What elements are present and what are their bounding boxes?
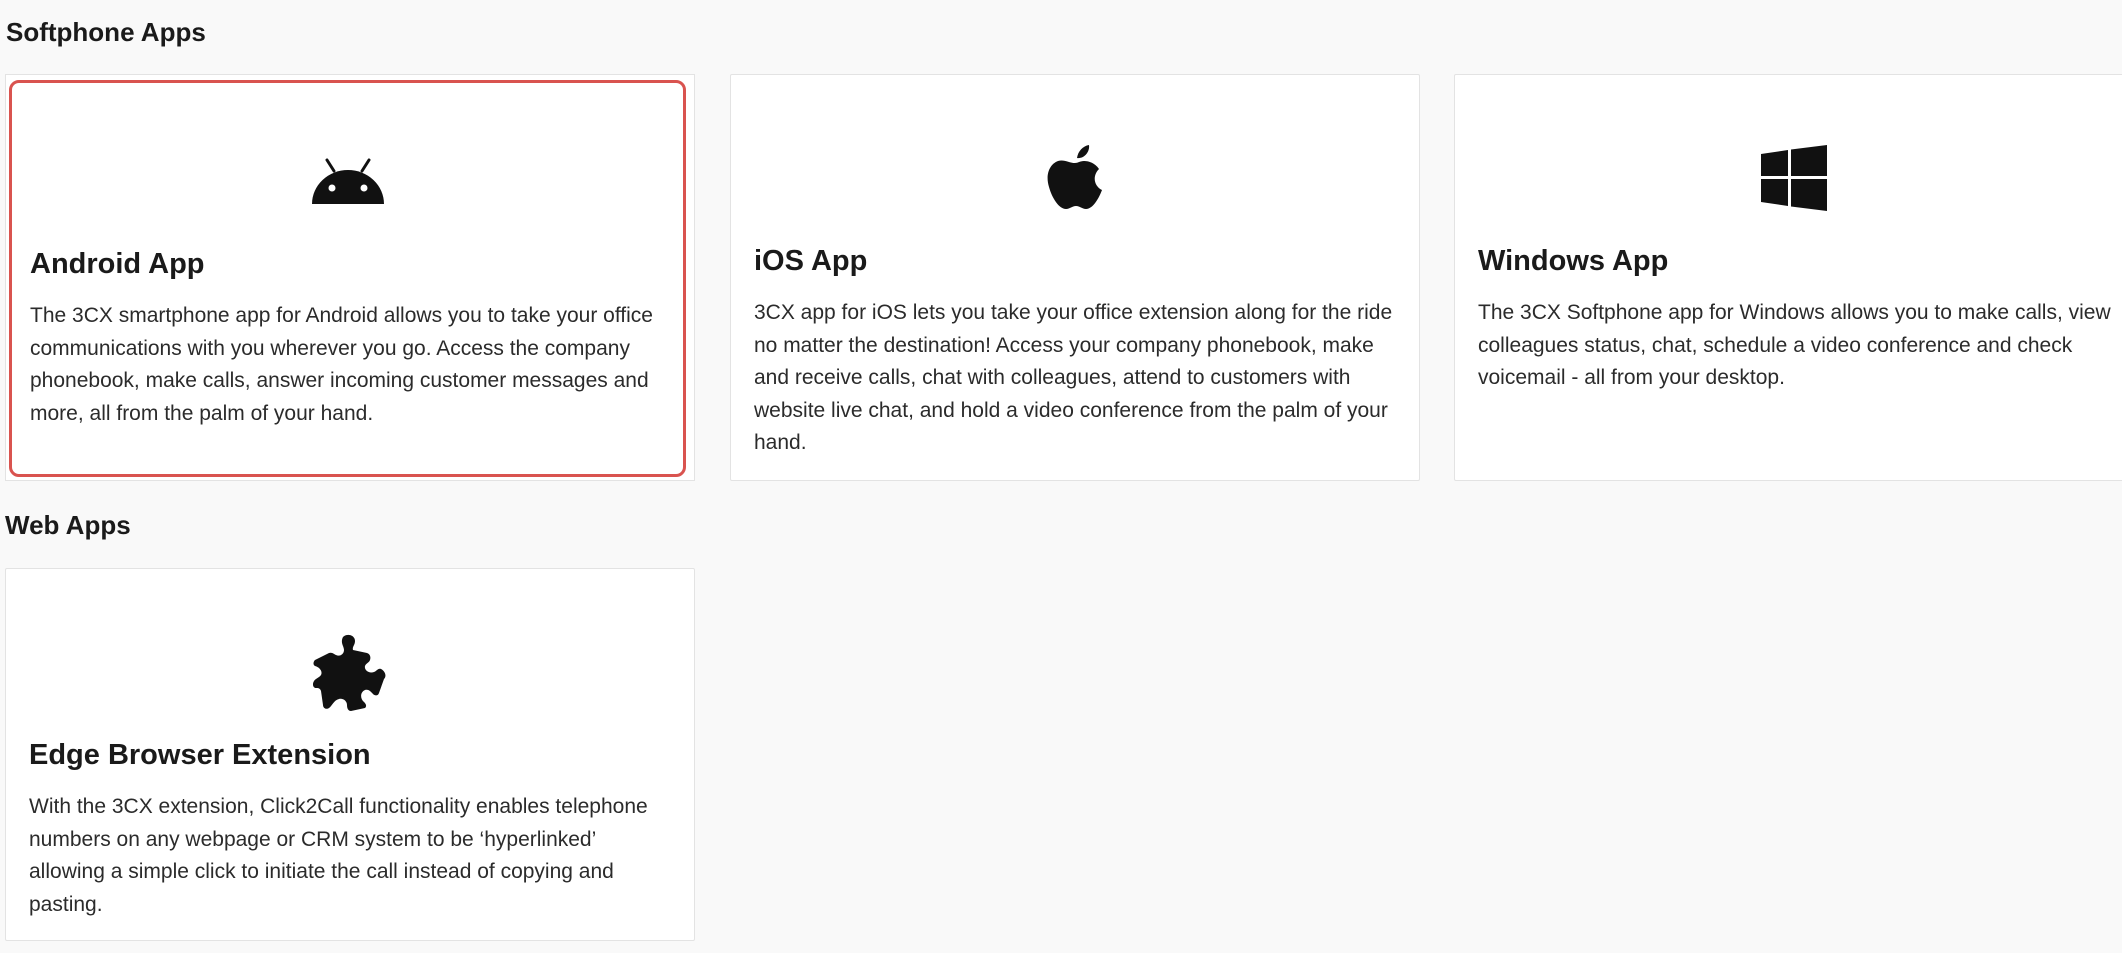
android-icon	[303, 137, 393, 227]
ios-app-card[interactable]: iOS App 3CX app for iOS lets you take yo…	[730, 74, 1420, 481]
edge-extension-card[interactable]: Edge Browser Extension With the 3CX exte…	[5, 568, 695, 941]
card-description: The 3CX Softphone app for Windows allows…	[1478, 301, 2111, 389]
card-description: The 3CX smartphone app for Android allow…	[30, 304, 653, 425]
windows-icon	[1749, 133, 1839, 223]
card-title: Android App	[30, 248, 205, 280]
card-description: With the 3CX extension, Click2Call funct…	[29, 795, 648, 916]
windows-app-card[interactable]: Windows App The 3CX Softphone app for Wi…	[1454, 74, 2122, 481]
section-title-softphone-apps: Softphone Apps	[6, 17, 206, 47]
card-title: iOS App	[754, 245, 868, 277]
apple-icon	[1030, 133, 1120, 223]
puzzle-icon	[305, 627, 395, 717]
card-title: Windows App	[1478, 245, 1669, 277]
android-app-card[interactable]: Android App The 3CX smartphone app for A…	[9, 80, 686, 477]
section-title-web-apps: Web Apps	[5, 510, 131, 540]
card-title: Edge Browser Extension	[29, 739, 371, 771]
card-description: 3CX app for iOS lets you take your offic…	[754, 301, 1393, 454]
